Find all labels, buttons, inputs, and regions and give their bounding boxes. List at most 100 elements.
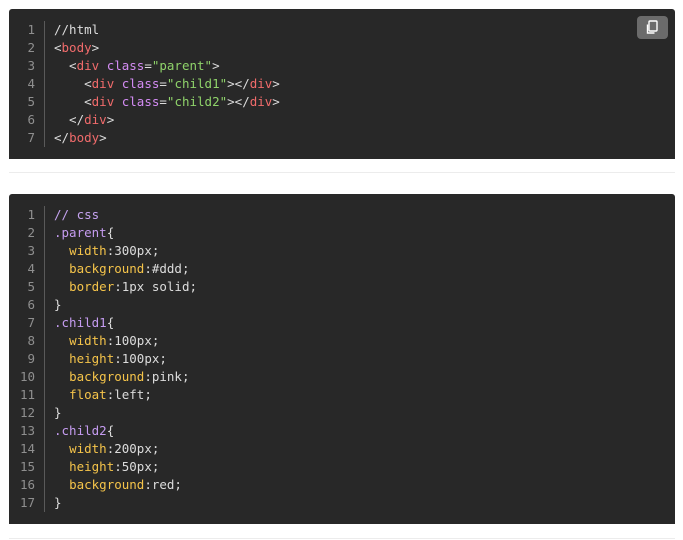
- line-number: 13: [19, 423, 35, 438]
- code-token: </: [54, 112, 85, 127]
- code-token: }: [54, 297, 62, 312]
- code-text: background:#ddd;: [54, 260, 189, 278]
- code-token: :1px solid;: [114, 279, 198, 294]
- code-token: >: [99, 130, 107, 145]
- code-token: class: [121, 94, 160, 109]
- line-number: 4: [27, 76, 35, 91]
- line-number-gutter-divider: [44, 206, 45, 512]
- copy-icon: [646, 20, 658, 34]
- code-text: width:200px;: [54, 440, 159, 458]
- code-text: background:pink;: [54, 368, 189, 386]
- code-token: class: [121, 76, 160, 91]
- line-number: 3: [27, 58, 35, 73]
- line-number: 12: [19, 405, 35, 420]
- code-text: // css: [54, 206, 99, 224]
- code-text: height:100px;: [54, 350, 167, 368]
- css-code-block: 1// css 2 .parent{3 width:300px; 4 backgrou…: [9, 194, 675, 524]
- line-number: 6: [27, 112, 35, 127]
- code-text: .child1{: [54, 314, 114, 332]
- code-token: div: [84, 112, 107, 127]
- code-token: :300px;: [106, 243, 160, 258]
- code-token: div: [76, 58, 100, 73]
- code-token: :200px;: [106, 441, 160, 456]
- code-token: =: [144, 58, 152, 73]
- code-text: </div>: [54, 111, 114, 129]
- code-text: border:1px solid;: [54, 278, 197, 296]
- code-token: "child2": [166, 94, 228, 109]
- line-number: 8: [27, 333, 35, 348]
- code-token: :50px;: [114, 459, 160, 474]
- html-code-block: 1//html 2 <body> 3 <div class="parent"> 4 <d…: [9, 9, 675, 159]
- line-number: 10: [19, 369, 35, 384]
- code-token: >: [91, 40, 100, 55]
- code-token: =: [159, 76, 167, 91]
- code-token: ></: [227, 94, 250, 109]
- code-token: background: [69, 261, 145, 276]
- code-token: body: [61, 40, 92, 55]
- code-token: .child2: [54, 423, 107, 438]
- line-number: 17: [19, 495, 35, 510]
- code-token: background: [69, 369, 145, 384]
- code-text: }: [54, 494, 62, 512]
- line-number: 4: [27, 261, 35, 276]
- code-text: float:left;: [54, 386, 152, 404]
- code-text: //html: [54, 21, 99, 39]
- line-number: 5: [27, 94, 35, 109]
- line-number: 7: [27, 130, 35, 145]
- code-token: :100px;: [114, 351, 167, 366]
- code-token: >: [212, 58, 220, 73]
- code-token: class: [106, 58, 145, 73]
- separator: [9, 538, 675, 539]
- code-token: border: [69, 279, 115, 294]
- code-token: <: [54, 76, 92, 91]
- code-token: "child1": [166, 76, 228, 91]
- line-number: 5: [27, 279, 35, 294]
- code-token: }: [54, 495, 62, 510]
- code-token: height: [69, 459, 115, 474]
- code-token: {: [106, 423, 115, 438]
- code-token: height: [69, 351, 115, 366]
- code-text: .parent{: [54, 224, 114, 242]
- code-token: :pink;: [144, 369, 190, 384]
- code-token: float: [69, 387, 107, 402]
- code-token: div: [91, 76, 115, 91]
- code-token: :red;: [144, 477, 182, 492]
- code-token: >: [272, 76, 280, 91]
- line-number: 7: [27, 315, 35, 330]
- code-token: div: [249, 76, 273, 91]
- code-text: </body>: [54, 129, 107, 147]
- code-token: div: [91, 94, 115, 109]
- code-token: <: [54, 58, 77, 73]
- code-text: <div class="child1"></div>: [54, 75, 280, 93]
- code-token: .child1: [54, 315, 107, 330]
- code-token: .parent: [54, 225, 107, 240]
- line-number: 14: [19, 441, 35, 456]
- copy-button[interactable]: [637, 16, 668, 39]
- line-number: 15: [19, 459, 35, 474]
- code-token: :left;: [106, 387, 152, 402]
- code-token: >: [272, 94, 280, 109]
- code-token: {: [106, 315, 115, 330]
- code-token: width: [69, 441, 107, 456]
- line-number: 2: [27, 225, 35, 240]
- line-number: 9: [27, 351, 35, 366]
- line-number-gutter-divider: [44, 21, 45, 147]
- code-token: {: [106, 225, 115, 240]
- code-token: <: [54, 40, 62, 55]
- code-token: :100px;: [106, 333, 160, 348]
- code-token: ></: [227, 76, 250, 91]
- code-token: width: [69, 243, 107, 258]
- code-token: :#ddd;: [144, 261, 190, 276]
- code-text: <div class="parent">: [54, 57, 220, 75]
- code-text: width:100px;: [54, 332, 159, 350]
